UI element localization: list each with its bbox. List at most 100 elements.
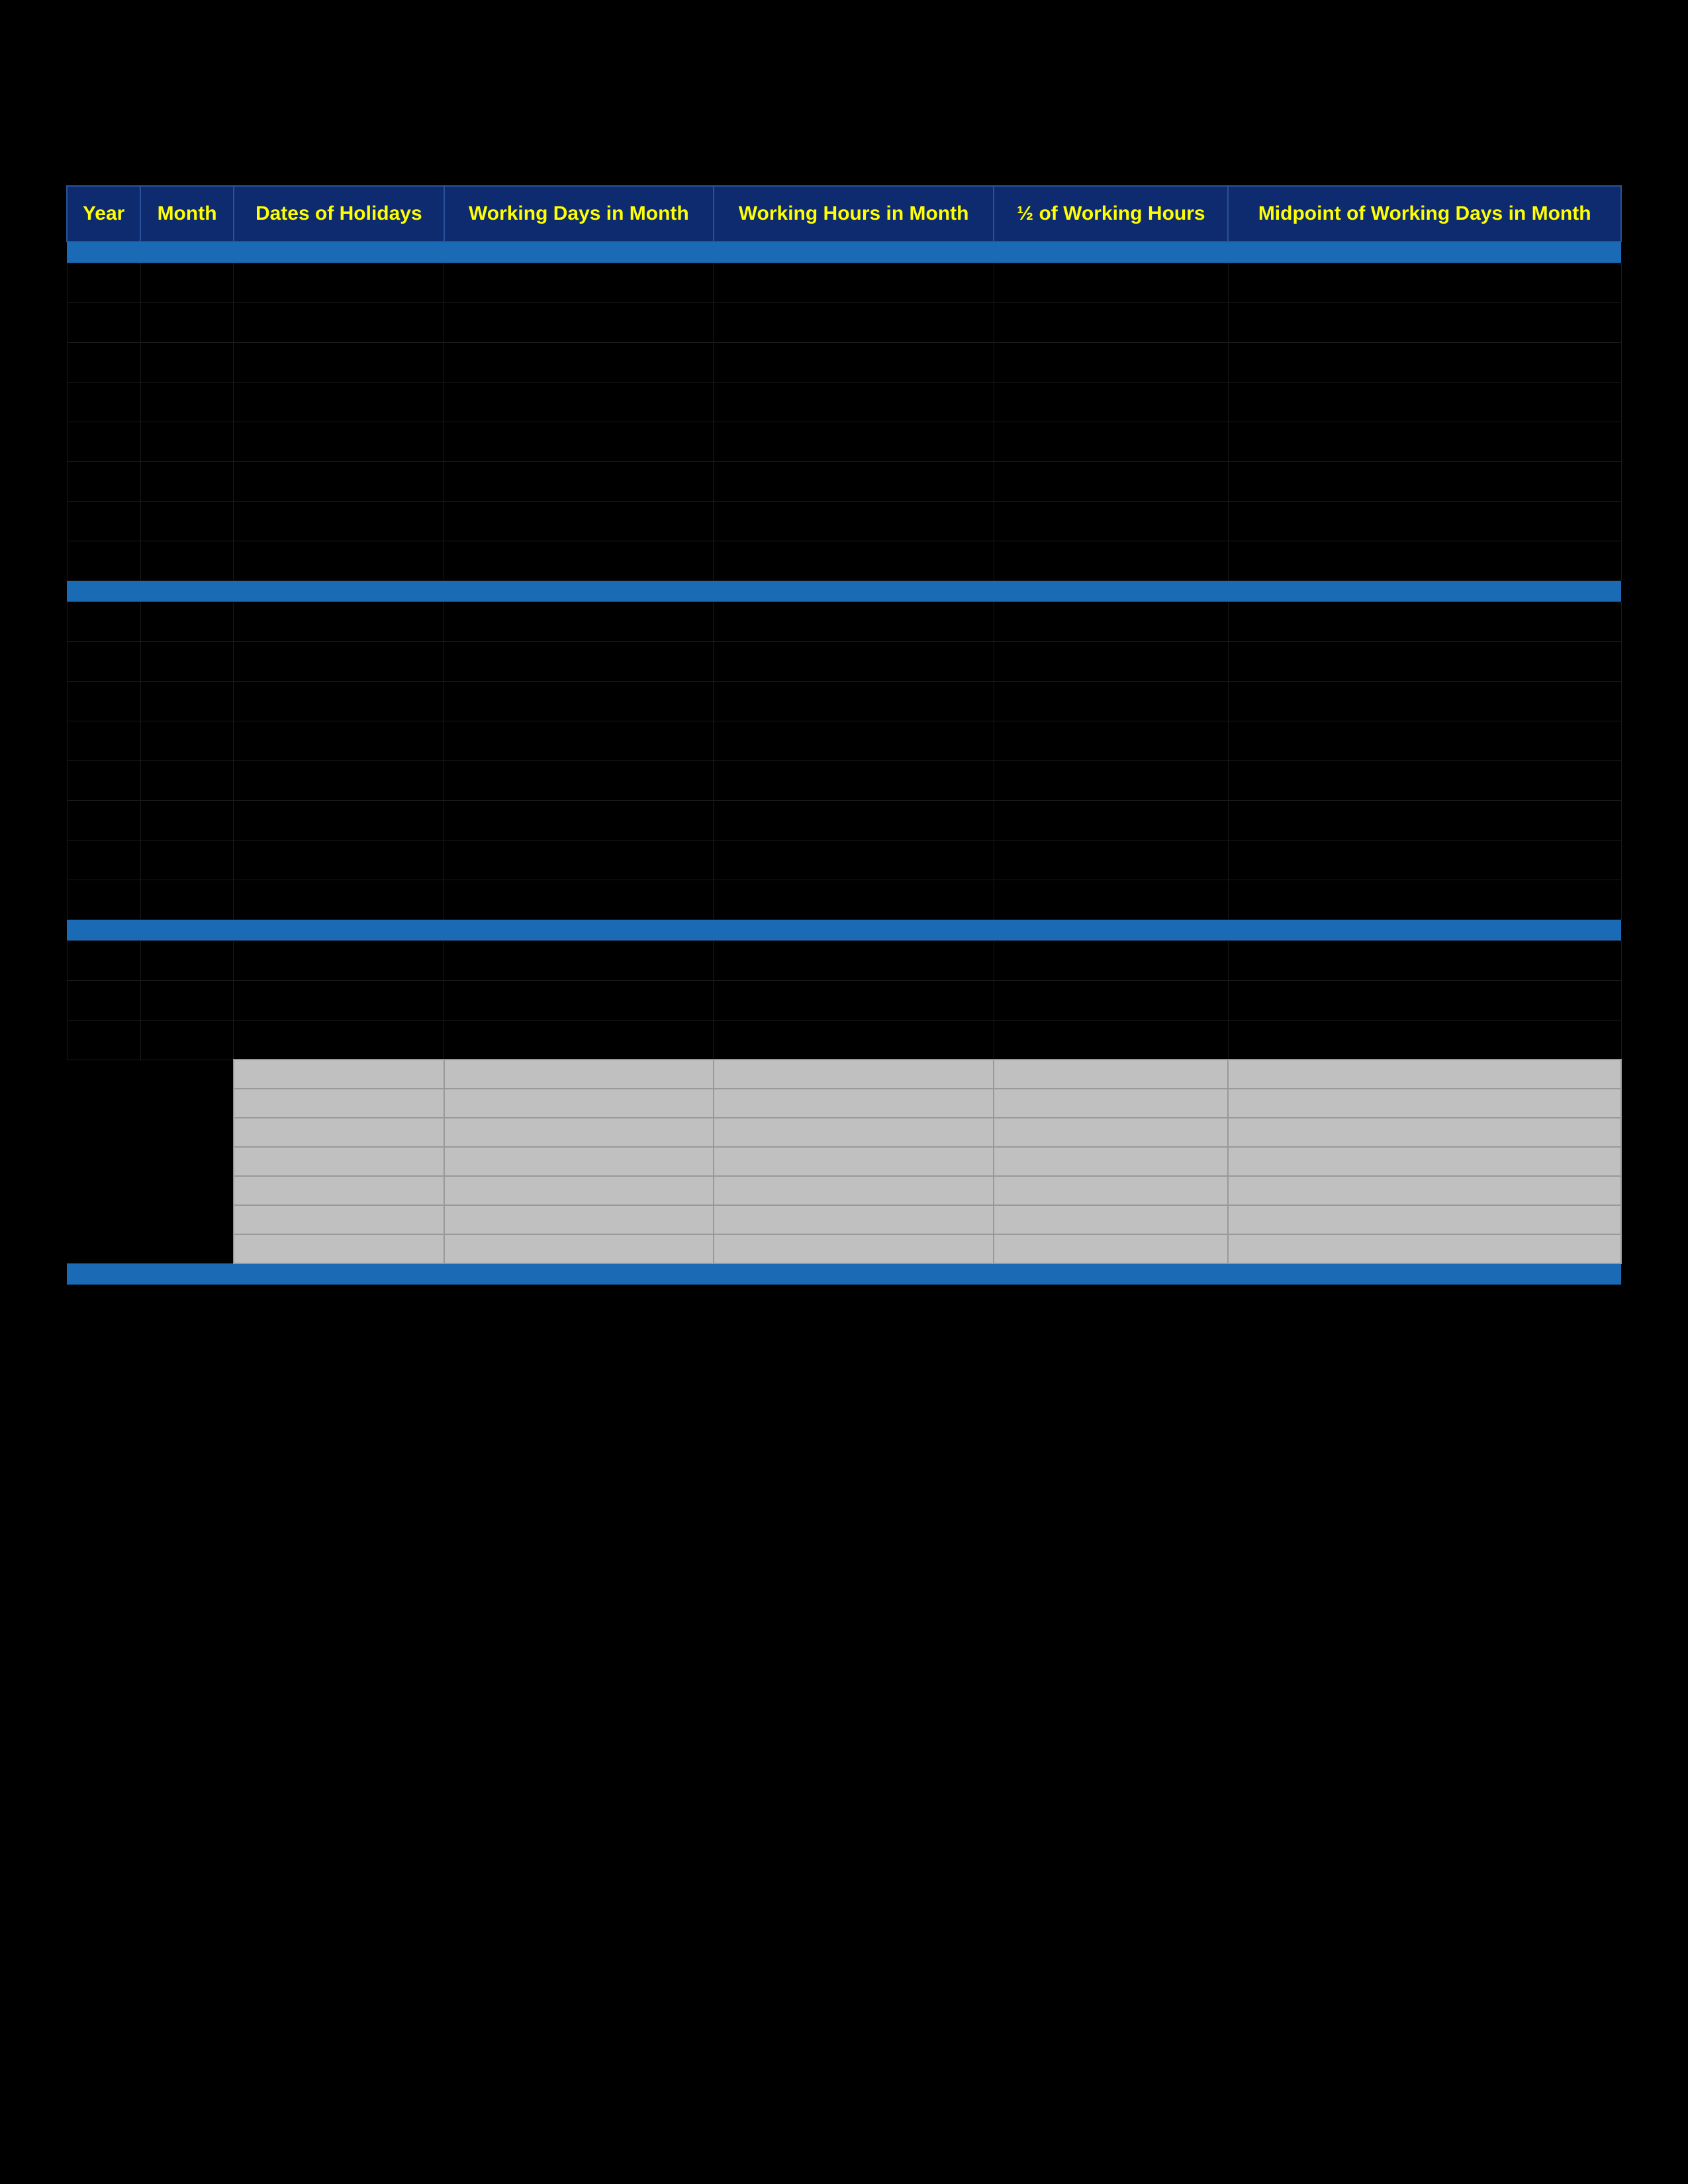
col-half-hours: ½ of Working Hours <box>994 186 1228 242</box>
table-row <box>67 840 1621 880</box>
cell <box>234 342 444 382</box>
cell <box>234 1147 444 1176</box>
cell <box>444 541 714 580</box>
cell <box>140 1020 233 1060</box>
cell <box>714 263 994 302</box>
cell <box>1228 1118 1621 1147</box>
cell <box>714 602 994 641</box>
table-row <box>67 461 1621 501</box>
blue-separator-final <box>67 1263 1621 1285</box>
cell <box>994 1176 1228 1205</box>
cell <box>994 1205 1228 1234</box>
cell <box>1228 940 1621 980</box>
cell <box>714 1176 994 1205</box>
cell <box>234 422 444 461</box>
cell <box>140 641 233 681</box>
cell <box>234 461 444 501</box>
col-year: Year <box>67 186 140 242</box>
cell <box>994 342 1228 382</box>
cell <box>234 263 444 302</box>
cell <box>714 681 994 721</box>
cell <box>67 541 140 580</box>
cell <box>140 342 233 382</box>
table-row <box>67 302 1621 342</box>
cell <box>234 382 444 422</box>
cell <box>714 302 994 342</box>
cell-empty <box>140 1205 233 1234</box>
table-row-grey <box>67 1176 1621 1205</box>
cell-empty <box>67 1176 140 1205</box>
cell <box>1228 302 1621 342</box>
cell <box>994 641 1228 681</box>
cell <box>1228 1089 1621 1118</box>
table-row-grey <box>67 1205 1621 1234</box>
cell <box>67 342 140 382</box>
cell <box>994 681 1228 721</box>
table-row <box>67 641 1621 681</box>
cell <box>67 501 140 541</box>
cell <box>1228 880 1621 919</box>
cell <box>994 382 1228 422</box>
cell <box>994 422 1228 461</box>
cell-empty <box>140 1176 233 1205</box>
cell <box>67 602 140 641</box>
cell <box>714 721 994 760</box>
cell <box>140 721 233 760</box>
cell <box>140 602 233 641</box>
cell <box>444 1020 714 1060</box>
cell <box>1228 342 1621 382</box>
cell <box>140 880 233 919</box>
cell <box>67 461 140 501</box>
cell <box>444 840 714 880</box>
cell <box>714 422 994 461</box>
cell <box>67 681 140 721</box>
cell <box>67 382 140 422</box>
cell <box>1228 721 1621 760</box>
table-header-row: Year Month Dates of Holidays Working Day… <box>67 186 1621 242</box>
cell <box>1228 760 1621 800</box>
cell <box>1228 541 1621 580</box>
cell <box>234 840 444 880</box>
col-working-hours: Working Hours in Month <box>714 186 994 242</box>
cell <box>994 940 1228 980</box>
cell <box>1228 1234 1621 1263</box>
cell <box>714 461 994 501</box>
table-row-grey <box>67 1060 1621 1089</box>
cell <box>444 1205 714 1234</box>
cell <box>140 501 233 541</box>
blue-separator-3 <box>67 919 1621 940</box>
cell <box>994 1234 1228 1263</box>
cell <box>994 461 1228 501</box>
cell <box>714 840 994 880</box>
cell <box>714 1147 994 1176</box>
cell <box>444 263 714 302</box>
cell <box>994 541 1228 580</box>
cell <box>994 880 1228 919</box>
cell <box>1228 1205 1621 1234</box>
table-row <box>67 541 1621 580</box>
cell <box>444 342 714 382</box>
cell <box>67 980 140 1020</box>
cell <box>994 980 1228 1020</box>
table-row <box>67 980 1621 1020</box>
cell <box>994 840 1228 880</box>
cell <box>994 302 1228 342</box>
cell <box>67 422 140 461</box>
cell <box>1228 840 1621 880</box>
cell <box>67 1020 140 1060</box>
cell <box>1228 461 1621 501</box>
table-row-grey <box>67 1234 1621 1263</box>
cell <box>444 461 714 501</box>
cell <box>234 1089 444 1118</box>
cell <box>994 760 1228 800</box>
page-container: Year Month Dates of Holidays Working Day… <box>0 0 1688 2184</box>
cell <box>234 1060 444 1089</box>
cell <box>140 681 233 721</box>
cell <box>444 800 714 840</box>
cell <box>234 940 444 980</box>
cell <box>714 1060 994 1089</box>
cell <box>994 1060 1228 1089</box>
cell <box>1228 1147 1621 1176</box>
cell <box>994 800 1228 840</box>
table-row <box>67 880 1621 919</box>
